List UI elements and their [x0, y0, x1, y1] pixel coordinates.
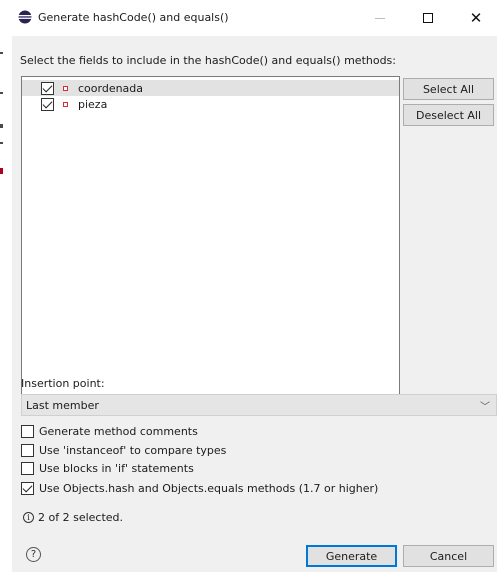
- option-checkbox[interactable]: [21, 461, 34, 475]
- private-field-icon: [63, 85, 68, 91]
- maximize-icon: [423, 13, 433, 23]
- option-label: Use Objects.hash and Objects.equals meth…: [39, 481, 379, 495]
- generate-button[interactable]: Generate: [306, 545, 397, 567]
- deselect-all-button[interactable]: Deselect All: [403, 104, 494, 126]
- background-window-edge: [0, 142, 3, 144]
- option-label: Use blocks in 'if' statements: [39, 461, 194, 475]
- option-checkbox[interactable]: [21, 481, 34, 495]
- background-window-edge: [0, 52, 3, 54]
- field-checkbox[interactable]: [41, 81, 54, 95]
- help-icon: ?: [30, 549, 37, 560]
- instructions-label: Select the fields to include in the hash…: [20, 54, 396, 67]
- eclipse-icon: [18, 10, 32, 24]
- window-title: Generate hashCode() and equals(): [38, 11, 229, 24]
- dialog-body: Select the fields to include in the hash…: [12, 36, 497, 572]
- maximize-button[interactable]: [407, 0, 449, 36]
- minimize-button[interactable]: [359, 0, 401, 36]
- title-bar: Generate hashCode() and equals() ✕: [12, 0, 497, 36]
- option-checkbox[interactable]: [21, 443, 34, 457]
- field-checkbox[interactable]: [41, 97, 54, 111]
- option-use-instanceof[interactable]: Use 'instanceof' to compare types: [21, 442, 226, 458]
- field-item-coordenada[interactable]: coordenada: [22, 80, 399, 96]
- help-button[interactable]: ?: [26, 547, 41, 562]
- field-label: pieza: [78, 97, 108, 111]
- option-label: Generate method comments: [39, 424, 198, 438]
- private-field-icon: [63, 101, 68, 107]
- close-icon: ✕: [469, 8, 483, 27]
- background-window-edge: [0, 168, 3, 174]
- status-line: i 2 of 2 selected.: [23, 511, 123, 524]
- background-window-edge: [0, 124, 3, 128]
- select-all-button[interactable]: Select All: [403, 78, 494, 100]
- cancel-button[interactable]: Cancel: [403, 545, 494, 567]
- option-generate-comments[interactable]: Generate method comments: [21, 423, 198, 439]
- status-text: 2 of 2 selected.: [38, 511, 124, 524]
- option-checkbox[interactable]: [21, 424, 34, 438]
- background-window-edge: [0, 92, 3, 94]
- insertion-point-label: Insertion point:: [21, 377, 105, 390]
- insertion-point-select[interactable]: Last member ﹀: [21, 394, 497, 416]
- field-item-pieza[interactable]: pieza: [22, 96, 399, 112]
- fields-list[interactable]: coordenada pieza: [21, 76, 400, 402]
- option-use-blocks[interactable]: Use blocks in 'if' statements: [21, 460, 194, 476]
- info-icon: i: [23, 512, 34, 523]
- minimize-icon: [375, 17, 385, 19]
- insertion-point-value: Last member: [26, 398, 99, 412]
- close-button[interactable]: ✕: [455, 0, 497, 36]
- field-label: coordenada: [78, 81, 144, 95]
- chevron-down-icon: ﹀: [480, 402, 490, 413]
- option-label: Use 'instanceof' to compare types: [39, 443, 227, 457]
- option-use-objects-hash[interactable]: Use Objects.hash and Objects.equals meth…: [21, 480, 378, 496]
